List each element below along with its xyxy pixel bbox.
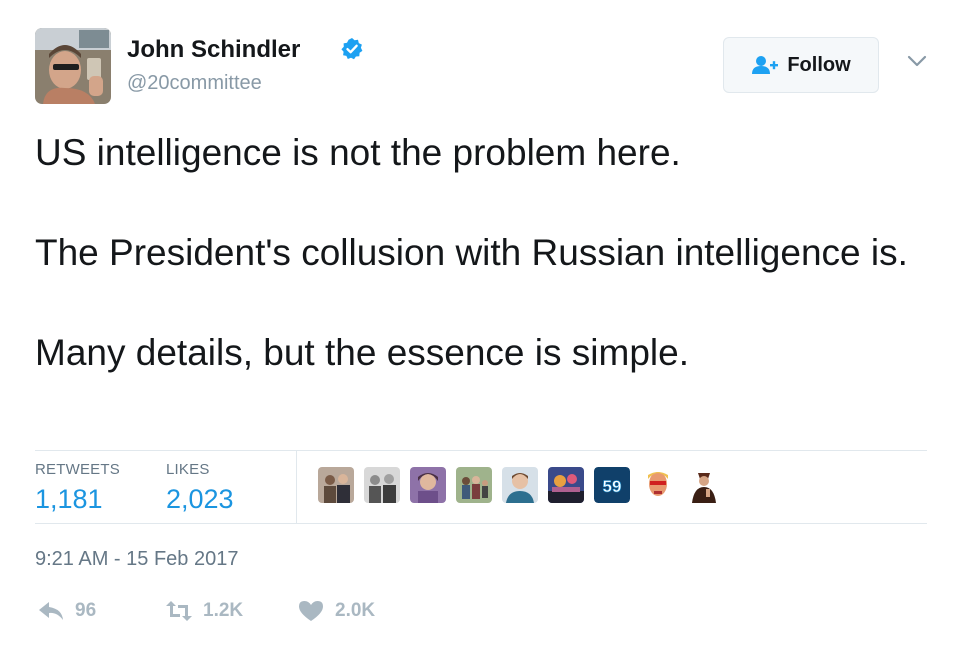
tweet-paragraph: US intelligence is not the problem here. — [35, 132, 681, 173]
liker-avatar-4[interactable] — [456, 467, 492, 503]
retweet-icon — [166, 601, 192, 621]
tweet-paragraph: Many details, but the essence is simple. — [35, 332, 689, 373]
tweet-paragraph: The President's collusion with Russian i… — [35, 232, 908, 273]
chevron-down-icon[interactable] — [905, 53, 929, 69]
likes-count: 2,023 — [166, 484, 234, 514]
author-handle[interactable]: @20committee — [127, 72, 262, 95]
liker-avatar-8[interactable] — [640, 467, 676, 503]
avatar-photo — [35, 28, 111, 104]
author-name[interactable]: John Schindler — [127, 36, 300, 64]
liker-avatar-5[interactable] — [502, 467, 538, 503]
like-count: 2.0K — [335, 600, 376, 621]
stats-bottom-divider — [35, 523, 927, 524]
follow-button[interactable]: Follow — [723, 37, 879, 93]
like-button[interactable]: 2.0K — [297, 599, 375, 623]
reply-icon — [39, 602, 63, 620]
tweet-timestamp[interactable]: 9:21 AM - 15 Feb 2017 — [35, 548, 238, 571]
liker-avatar-1[interactable] — [318, 467, 354, 503]
liker-avatar-7[interactable]: 59 — [594, 467, 630, 503]
retweets-stat[interactable]: RETWEETS 1,181 — [35, 461, 120, 515]
liker-avatars: 59 — [318, 467, 732, 503]
follow-button-label: Follow — [787, 53, 851, 76]
follow-user-icon — [752, 56, 779, 74]
liker-avatar-2[interactable] — [364, 467, 400, 503]
tweet-text: US intelligence is not the problem here.… — [35, 128, 935, 378]
retweets-count: 1,181 — [35, 484, 103, 514]
likes-label: LIKES — [166, 461, 210, 478]
heart-icon — [299, 601, 323, 621]
likes-stat[interactable]: LIKES 2,023 — [166, 461, 234, 515]
retweet-count: 1.2K — [203, 600, 244, 621]
liker-avatar-3[interactable] — [410, 467, 446, 503]
reply-count: 96 — [75, 600, 97, 621]
retweets-label: RETWEETS — [35, 461, 120, 478]
jersey-number: 59 — [603, 477, 622, 496]
reply-button[interactable]: 96 — [37, 599, 96, 623]
stats-vertical-divider — [296, 451, 297, 523]
liker-avatar-9[interactable] — [686, 467, 722, 503]
verified-badge-icon — [341, 38, 363, 60]
stats-top-divider — [35, 450, 927, 451]
author-avatar[interactable] — [35, 28, 111, 104]
retweet-button[interactable]: 1.2K — [165, 599, 243, 623]
liker-avatar-6[interactable] — [548, 467, 584, 503]
